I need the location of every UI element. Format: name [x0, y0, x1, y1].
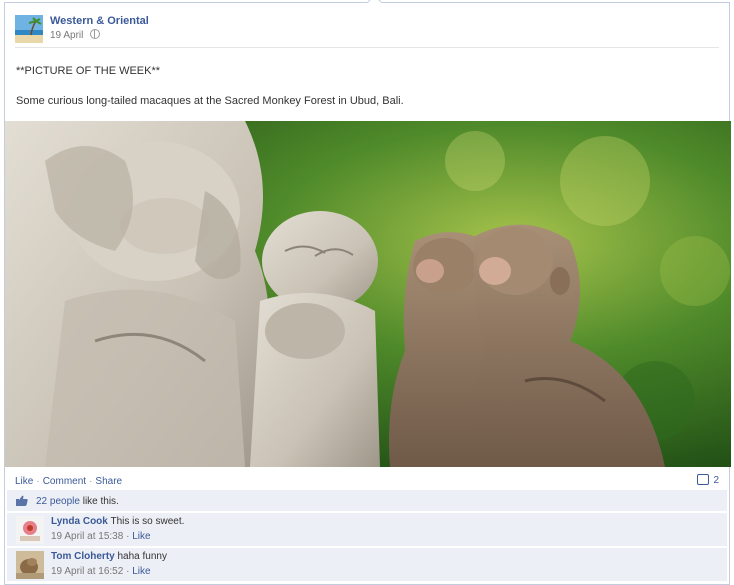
post-photo[interactable]	[5, 121, 731, 467]
post-actions: Like · Comment · Share	[15, 476, 122, 487]
likes-summary: 22 people like this.	[36, 496, 119, 507]
post-title-line: **PICTURE OF THE WEEK**	[16, 65, 161, 77]
comment-meta-separator: ·	[126, 531, 130, 542]
comment-item: Tom Cloherty haha funny 19 April at 16:5…	[7, 548, 727, 581]
page-avatar[interactable]	[15, 15, 43, 43]
share-count[interactable]: 2	[697, 474, 719, 486]
header-divider	[15, 47, 719, 48]
comment-body: Lynda Cook This is so sweet. 19 April at…	[51, 516, 184, 542]
comment-author[interactable]: Lynda Cook	[51, 516, 108, 527]
comment-time[interactable]: 19 April at 15:38	[51, 531, 123, 542]
comment-text: haha funny	[117, 551, 168, 562]
comment-text: This is so sweet.	[110, 516, 185, 527]
action-separator: ·	[89, 476, 93, 487]
share-count-value: 2	[713, 475, 719, 486]
page-name[interactable]: Western & Oriental	[50, 15, 149, 27]
comment-meta: 19 April at 15:38 · Like	[51, 531, 184, 542]
likes-people-link[interactable]: 22 people	[36, 496, 80, 507]
post-card: Western & Oriental 19 April **PICTURE OF…	[4, 0, 731, 585]
comment-like-link[interactable]: Like	[132, 566, 150, 577]
likes-row: 22 people like this.	[7, 490, 727, 511]
comment-link[interactable]: Comment	[43, 476, 86, 487]
comment-like-link[interactable]: Like	[132, 531, 150, 542]
thumbs-up-icon	[16, 495, 28, 506]
action-separator: ·	[36, 476, 40, 487]
share-icon	[697, 474, 710, 485]
commenter-avatar[interactable]	[16, 551, 44, 579]
comment-body: Tom Cloherty haha funny 19 April at 16:5…	[51, 551, 167, 577]
commenter-avatar[interactable]	[16, 516, 44, 544]
share-link[interactable]: Share	[95, 476, 122, 487]
post-meta: 19 April	[50, 29, 101, 41]
comment-item: Lynda Cook This is so sweet. 19 April at…	[7, 513, 727, 546]
post-pointer	[366, 0, 383, 11]
likes-suffix: like this.	[79, 496, 119, 507]
like-link[interactable]: Like	[15, 476, 33, 487]
comment-meta: 19 April at 16:52 · Like	[51, 566, 167, 577]
post-date[interactable]: 19 April	[50, 30, 83, 41]
globe-icon	[90, 29, 101, 39]
comment-meta-separator: ·	[126, 566, 130, 577]
comment-time[interactable]: 19 April at 16:52	[51, 566, 123, 577]
post-message: Some curious long-tailed macaques at the…	[16, 95, 404, 107]
comment-author[interactable]: Tom Cloherty	[51, 551, 115, 562]
